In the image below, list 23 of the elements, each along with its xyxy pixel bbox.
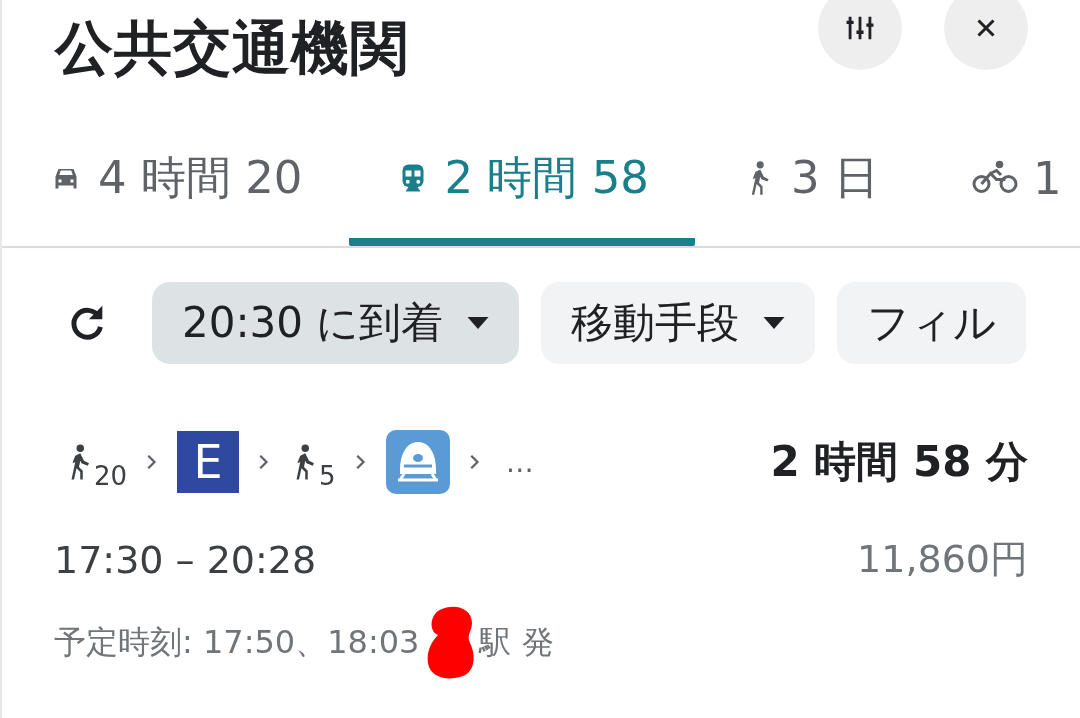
trip-fare: 11,860円 — [857, 536, 1028, 583]
travel-mode-tab[interactable]: 4 時間 20 — [2, 118, 349, 246]
departure-text: 予定時刻: 17:50、18:03 — [54, 622, 420, 663]
bicycle-icon — [970, 160, 1019, 196]
chevron-right-icon — [469, 454, 480, 470]
chevron-right-icon — [259, 454, 270, 470]
chevron-right-icon — [147, 454, 158, 470]
walk-minutes: 5 — [319, 461, 336, 491]
filter-chip[interactable]: 20:30 に到着 — [152, 282, 520, 364]
departure-station: 駅 発 — [479, 622, 554, 663]
page-title: 公共交通機関 — [55, 13, 409, 84]
bullet-train-icon — [385, 430, 450, 494]
travel-mode-tab[interactable]: 2 時間 58 — [348, 118, 695, 246]
more-steps-ellipsis: … — [505, 445, 534, 479]
filter-chip[interactable]: フィル — [837, 282, 1027, 364]
travel-mode-tab[interactable]: 3 日 — [695, 118, 925, 246]
filter-chip[interactable]: 移動手段 — [541, 282, 816, 364]
travel-mode-tab[interactable]: 1 — [924, 118, 1080, 246]
line-badge: E — [177, 431, 240, 493]
trip-duration: 2 時間 58 分 — [770, 436, 1028, 488]
walk-minutes: 20 — [94, 461, 128, 491]
chevron-right-icon — [355, 454, 366, 470]
trip-times: 17:30 – 20:28 — [54, 537, 317, 582]
